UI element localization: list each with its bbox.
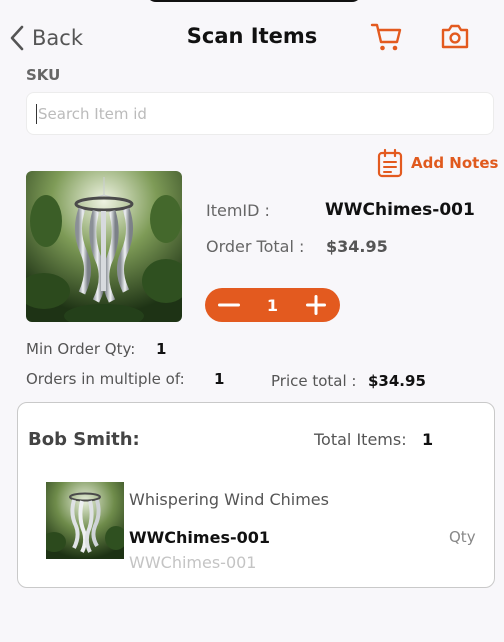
add-notes-button[interactable]: Add Notes	[377, 148, 498, 178]
line-item-sku: WWChimes-001	[129, 528, 270, 547]
order-summary-card: Bob Smith: Total Items: 1 Whispering Win…	[17, 402, 495, 588]
total-items-label: Total Items:	[314, 430, 407, 449]
wind-chimes-image	[26, 171, 182, 322]
minus-icon	[218, 303, 240, 307]
min-order-label: Min Order Qty:	[26, 340, 136, 358]
header: Back Scan Items	[0, 0, 504, 70]
item-id-value: WWChimes-001	[325, 200, 475, 220]
order-total-label: Order Total :	[206, 237, 305, 256]
camera-icon[interactable]	[440, 22, 470, 50]
add-notes-label: Add Notes	[411, 154, 499, 172]
price-total-value: $34.95	[368, 372, 426, 390]
product-image	[26, 171, 182, 322]
customer-name: Bob Smith:	[28, 429, 140, 450]
quantity-value: 1	[266, 295, 279, 315]
multiple-value: 1	[214, 370, 225, 388]
min-order-value: 1	[156, 340, 167, 358]
decrement-button[interactable]	[215, 291, 243, 319]
line-item-qty-label: Qty	[449, 528, 476, 546]
text-caret	[36, 103, 37, 124]
order-total-value: $34.95	[326, 237, 388, 256]
line-item-thumbnail[interactable]	[42, 482, 127, 559]
sku-label: SKU	[26, 66, 61, 84]
cart-icon[interactable]	[370, 22, 402, 52]
page-title: Scan Items	[186, 24, 318, 48]
total-items-value: 1	[422, 430, 434, 449]
price-total-label: Price total :	[271, 372, 357, 390]
item-id-label: ItemID :	[206, 201, 270, 220]
search-field[interactable]	[26, 92, 494, 135]
multiple-label: Orders in multiple of:	[26, 370, 185, 388]
line-item-name: Whispering Wind Chimes	[129, 490, 329, 509]
wind-chimes-thumbnail	[42, 482, 127, 559]
plus-icon	[305, 295, 326, 315]
quantity-stepper[interactable]: 1	[205, 288, 340, 322]
increment-button[interactable]	[302, 291, 330, 319]
notes-icon	[377, 148, 403, 178]
line-item-sku-secondary: WWChimes-001	[129, 553, 257, 572]
search-input[interactable]	[38, 104, 458, 123]
